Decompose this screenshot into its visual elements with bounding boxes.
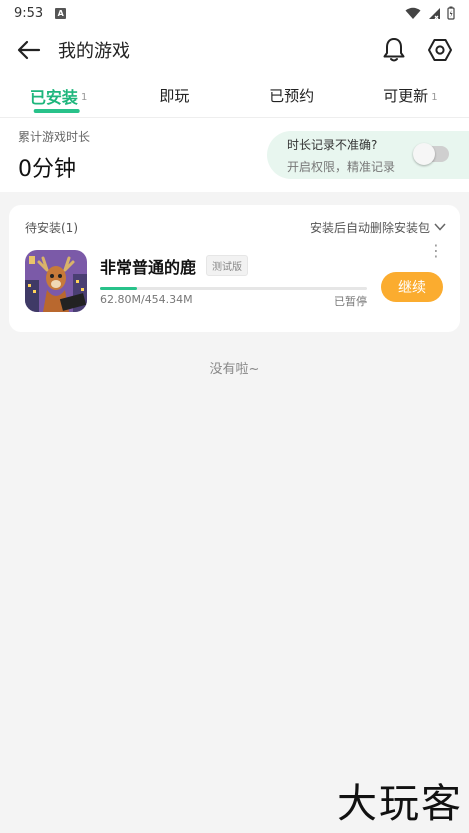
pending-install-card: 待安装(1) 安装后自动删除安装包 非常普通的鹿 测试版 62.80M/454.… [9, 205, 460, 332]
tab-count: 1 [80, 92, 88, 103]
settings-button[interactable] [425, 35, 455, 65]
page-title: 我的游戏 [58, 41, 130, 62]
tab-instant-play[interactable]: 即玩 [117, 74, 234, 118]
notice-title: 时长记录不准确? [287, 137, 378, 152]
download-progress-bar [100, 286, 367, 290]
app-bar: 我的游戏 [0, 26, 469, 74]
chevron-down-icon [434, 223, 446, 231]
battery-icon [447, 6, 455, 20]
tab-installed[interactable]: 已安装 1 [0, 74, 117, 118]
signal-icon [429, 7, 440, 19]
gear-icon [428, 39, 452, 61]
permission-notice: 时长记录不准确? 开启权限，精准记录 [267, 131, 469, 179]
tab-count: 1 [431, 92, 438, 103]
notice-subtitle: 开启权限，精准记录 [287, 159, 396, 174]
back-button[interactable] [14, 35, 44, 65]
auto-delete-dropdown[interactable]: 安装后自动删除安装包 [310, 219, 446, 236]
arrow-left-icon [17, 40, 41, 60]
playtime-section: 累计游戏时长 0分钟 时长记录不准确? 开启权限，精准记录 [0, 118, 469, 192]
continue-button[interactable]: 继续 [381, 272, 443, 302]
deer-game-icon [25, 250, 87, 312]
progress-fill [100, 286, 137, 290]
notifications-button[interactable] [379, 35, 409, 65]
download-status: 已暂停 [334, 294, 367, 308]
top-area: 9:53 A 我的游戏 已安装 1 即玩 已预约 可更新 1 累计游戏时长 0分… [0, 0, 469, 192]
playtime-label: 累计游戏时长 [18, 129, 91, 144]
tab-updatable[interactable]: 可更新 1 [352, 74, 469, 118]
playtime-value: 0分钟 [18, 156, 76, 182]
end-of-list-text: 没有啦~ [209, 362, 260, 377]
wifi-icon [405, 7, 421, 19]
permission-toggle[interactable] [413, 143, 449, 165]
status-bar: 9:53 A [0, 0, 469, 26]
notification-icon: A [55, 7, 67, 19]
status-time: 9:53 [14, 5, 44, 21]
more-vertical-icon[interactable]: ⋮ [428, 243, 444, 259]
watermark-logo: 大玩客 [337, 781, 463, 827]
game-icon[interactable] [25, 250, 87, 312]
toggle-knob [413, 143, 435, 165]
list-item: 非常普通的鹿 测试版 62.80M/454.34M 已暂停 ⋮ 继续 [9, 243, 460, 313]
beta-badge: 测试版 [206, 255, 249, 276]
game-name[interactable]: 非常普通的鹿 [100, 254, 196, 278]
tab-bar: 已安装 1 即玩 已预约 可更新 1 [0, 74, 469, 118]
pending-title: 待安装(1) [25, 220, 78, 235]
bell-icon [383, 38, 405, 62]
download-size: 62.80M/454.34M [100, 292, 193, 306]
tab-reserved[interactable]: 已预约 [235, 74, 352, 118]
